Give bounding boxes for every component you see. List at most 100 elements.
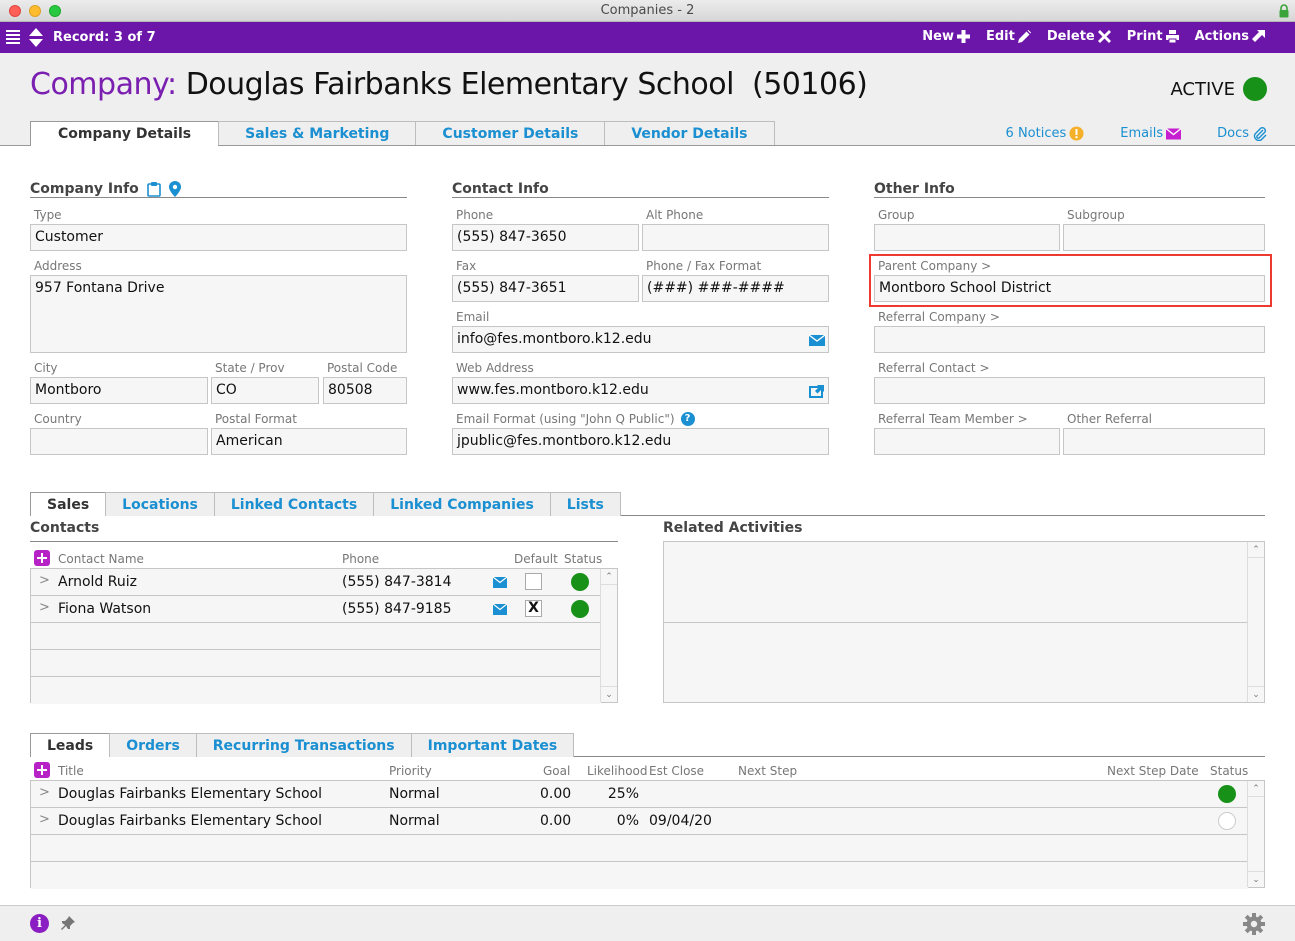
empty-row bbox=[31, 835, 1248, 862]
web-address-input[interactable]: www.fes.montboro.k12.edu bbox=[452, 377, 829, 404]
col-phone: Phone bbox=[342, 552, 380, 566]
contact-phone: (555) 847-9185 bbox=[342, 601, 452, 617]
new-button[interactable]: New bbox=[922, 29, 970, 44]
scroll-down-icon[interactable]: ⌄ bbox=[601, 686, 617, 702]
lead-row[interactable]: > Douglas Fairbanks Elementary School No… bbox=[31, 808, 1248, 835]
record-navigation-icon[interactable] bbox=[29, 28, 43, 47]
contacts-scrollbar[interactable]: ⌃ ⌄ bbox=[600, 569, 617, 702]
add-contact-button[interactable] bbox=[34, 550, 50, 566]
tab-important-dates[interactable]: Important Dates bbox=[410, 733, 575, 757]
gear-icon[interactable] bbox=[1243, 913, 1265, 935]
send-email-icon[interactable] bbox=[809, 333, 825, 347]
new-label: New bbox=[922, 29, 954, 44]
other-referral-input[interactable] bbox=[1063, 428, 1265, 455]
actions-button[interactable]: Actions bbox=[1195, 29, 1265, 44]
delete-button[interactable]: Delete bbox=[1047, 29, 1111, 44]
address-input[interactable]: 957 Fontana Drive bbox=[30, 275, 407, 353]
group-input[interactable] bbox=[874, 224, 1060, 251]
pencil-icon bbox=[1017, 30, 1031, 43]
tab-sales[interactable]: Sales bbox=[30, 492, 107, 516]
email-contact-icon[interactable] bbox=[493, 604, 507, 615]
notices-link[interactable]: 6 Notices bbox=[1006, 126, 1085, 141]
print-button[interactable]: Print bbox=[1127, 29, 1179, 44]
web-address-label: Web Address bbox=[456, 361, 534, 375]
lead-est-close: 09/04/20 bbox=[649, 813, 712, 829]
record-header: Company: Douglas Fairbanks Elementary Sc… bbox=[0, 53, 1295, 146]
info-icon[interactable]: i bbox=[30, 914, 49, 933]
state-input[interactable]: CO bbox=[211, 377, 319, 404]
lead-goal: 0.00 bbox=[540, 813, 572, 829]
other-referral-field: Other Referral bbox=[1063, 410, 1265, 455]
postal-format-input[interactable]: American bbox=[211, 428, 407, 455]
expand-row-icon[interactable]: > bbox=[39, 812, 50, 827]
subgroup-input[interactable] bbox=[1063, 224, 1265, 251]
expand-row-icon[interactable]: > bbox=[39, 785, 50, 800]
expand-row-icon[interactable]: > bbox=[39, 573, 50, 588]
tab-sales-marketing[interactable]: Sales & Marketing bbox=[218, 121, 417, 145]
alt-phone-input[interactable] bbox=[642, 224, 829, 251]
alt-phone-label: Alt Phone bbox=[646, 208, 704, 222]
city-input[interactable]: Montboro bbox=[30, 377, 208, 404]
postal-code-input[interactable]: 80508 bbox=[323, 377, 407, 404]
tab-lists[interactable]: Lists bbox=[549, 492, 621, 516]
title-prefix: Company: bbox=[30, 67, 177, 102]
default-checkbox[interactable] bbox=[525, 573, 542, 590]
emails-link[interactable]: Emails bbox=[1120, 126, 1182, 141]
edit-button[interactable]: Edit bbox=[986, 29, 1031, 44]
help-icon[interactable]: ? bbox=[680, 412, 695, 426]
scroll-down-icon[interactable]: ⌄ bbox=[1248, 686, 1264, 702]
col-contact-name: Contact Name bbox=[58, 552, 144, 566]
tab-orders[interactable]: Orders bbox=[109, 733, 197, 757]
tab-linked-companies[interactable]: Linked Companies bbox=[373, 492, 551, 516]
clipboard-icon[interactable] bbox=[147, 181, 161, 197]
docs-link[interactable]: Docs bbox=[1217, 126, 1267, 141]
lead-row[interactable]: > Douglas Fairbanks Elementary School No… bbox=[31, 781, 1248, 808]
email-format-label: Email Format (using "John Q Public") ? bbox=[452, 410, 829, 428]
tab-company-details[interactable]: Company Details bbox=[30, 121, 220, 146]
default-checkbox[interactable]: X bbox=[525, 600, 542, 617]
tab-linked-contacts[interactable]: Linked Contacts bbox=[213, 492, 375, 516]
notices-label: 6 Notices bbox=[1005, 126, 1067, 141]
tab-recurring-transactions[interactable]: Recurring Transactions bbox=[195, 733, 412, 757]
scroll-up-icon[interactable]: ⌃ bbox=[601, 569, 617, 585]
referral-team-member-input[interactable] bbox=[874, 428, 1060, 455]
col-default: Default bbox=[514, 552, 558, 566]
email-contact-icon[interactable] bbox=[493, 577, 507, 588]
open-link-icon[interactable] bbox=[809, 384, 825, 398]
map-pin-icon[interactable] bbox=[168, 180, 181, 197]
tab-leads[interactable]: Leads bbox=[30, 733, 111, 757]
contact-row[interactable]: > Arnold Ruiz (555) 847-3814 bbox=[31, 569, 601, 596]
contact-info-title: Contact Info bbox=[452, 176, 829, 198]
col-status: Status bbox=[564, 552, 603, 566]
tab-locations[interactable]: Locations bbox=[105, 492, 215, 516]
state-field: State / Prov CO bbox=[211, 359, 319, 404]
menu-icon[interactable] bbox=[6, 30, 20, 44]
referral-team-member-link[interactable]: Referral Team Member > bbox=[874, 410, 1060, 428]
referral-contact-input[interactable] bbox=[874, 377, 1265, 404]
referral-company-link[interactable]: Referral Company > bbox=[874, 308, 1265, 326]
fax-input[interactable]: (555) 847-3651 bbox=[452, 275, 639, 302]
add-lead-button[interactable] bbox=[34, 762, 50, 778]
referral-contact-link[interactable]: Referral Contact > bbox=[874, 359, 1265, 377]
country-input[interactable] bbox=[30, 428, 208, 455]
email-format-input[interactable]: jpublic@fes.montboro.k12.edu bbox=[452, 428, 829, 455]
scroll-up-icon[interactable]: ⌃ bbox=[1248, 542, 1264, 558]
type-input[interactable]: Customer bbox=[30, 224, 407, 251]
expand-row-icon[interactable]: > bbox=[39, 600, 50, 615]
tab-customer-details[interactable]: Customer Details bbox=[415, 121, 606, 145]
phone-input[interactable]: (555) 847-3650 bbox=[452, 224, 639, 251]
activities-scrollbar[interactable]: ⌃ ⌄ bbox=[1247, 542, 1264, 702]
phone-format-input[interactable]: (###) ###-#### bbox=[642, 275, 829, 302]
window-title: Companies - 2 bbox=[600, 3, 695, 18]
scroll-up-icon[interactable]: ⌃ bbox=[1248, 781, 1264, 797]
leads-scrollbar[interactable]: ⌃ ⌄ bbox=[1247, 781, 1264, 887]
scroll-down-icon[interactable]: ⌄ bbox=[1248, 871, 1264, 887]
docs-label: Docs bbox=[1217, 126, 1249, 141]
pin-icon[interactable] bbox=[60, 915, 76, 931]
company-name: Douglas Fairbanks Elementary School (501… bbox=[185, 67, 868, 102]
email-input[interactable]: info@fes.montboro.k12.edu bbox=[452, 326, 829, 353]
col-status: Status bbox=[1210, 764, 1249, 778]
tab-vendor-details[interactable]: Vendor Details bbox=[604, 121, 775, 145]
referral-company-input[interactable] bbox=[874, 326, 1265, 353]
contact-row[interactable]: > Fiona Watson (555) 847-9185 X bbox=[31, 596, 601, 623]
